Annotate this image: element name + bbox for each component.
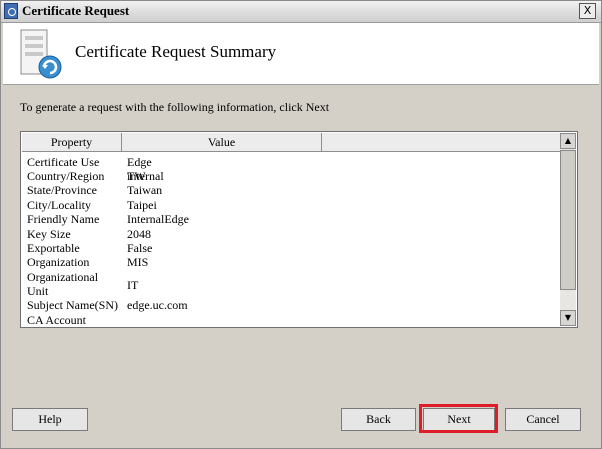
page-title: Certificate Request Summary [75,42,277,61]
scroll-up-button[interactable]: ▲ [560,133,576,149]
cell-value: Taipei [127,198,157,212]
close-button[interactable]: X [579,3,596,19]
arrow-up-icon: ▲ [564,136,572,145]
cell-property: Key Size [27,227,71,241]
cell-value: Taiwan [127,183,163,197]
column-header-property[interactable]: Property [22,133,122,152]
cell-property: Exportable [27,241,80,255]
cell-value: 2048 [127,227,151,241]
title-bar[interactable]: Certificate Request X [1,1,601,23]
certificate-request-window: Certificate Request X Certificate Reques… [0,0,602,449]
scroll-thumb[interactable] [560,150,576,290]
cell-property: Certificate Use [27,155,100,169]
window-title: Certificate Request [22,3,130,18]
close-icon: X [583,4,592,17]
cell-property: Subject Name(SN) [27,298,118,312]
app-icon [4,3,18,19]
cell-property: Country/Region [27,169,105,183]
cell-value: InternalEdge [127,212,189,226]
column-header-empty[interactable] [322,133,562,152]
cell-property: Friendly Name [27,212,100,226]
cell-property: City/Locality [27,198,91,212]
cell-property: CA Account [27,313,86,327]
help-button[interactable]: Help [12,408,88,431]
wizard-header: Certificate Request Summary [3,23,599,85]
cell-value: edge.uc.com [127,298,188,312]
instruction-text: To generate a request with the following… [20,100,330,114]
summary-list[interactable]: Property Value Certificate Use Edge inte… [20,131,578,328]
certificate-request-icon [20,29,62,79]
cell-property: Organization [27,255,90,269]
cell-value: MIS [127,255,149,269]
next-button-highlight [419,404,498,433]
cell-property: State/Province [27,183,97,197]
back-button[interactable]: Back [341,408,416,431]
cell-property: Organizational Unit [27,270,99,298]
cancel-button[interactable]: Cancel [505,408,581,431]
cell-value: IT [127,278,139,292]
column-header-value[interactable]: Value [122,133,322,152]
cell-value: TW [127,169,146,183]
scroll-down-button[interactable]: ▼ [560,310,576,326]
vertical-scrollbar[interactable]: ▲ ▼ [560,133,576,326]
cell-value: False [127,241,153,255]
arrow-down-icon: ▼ [564,313,572,322]
